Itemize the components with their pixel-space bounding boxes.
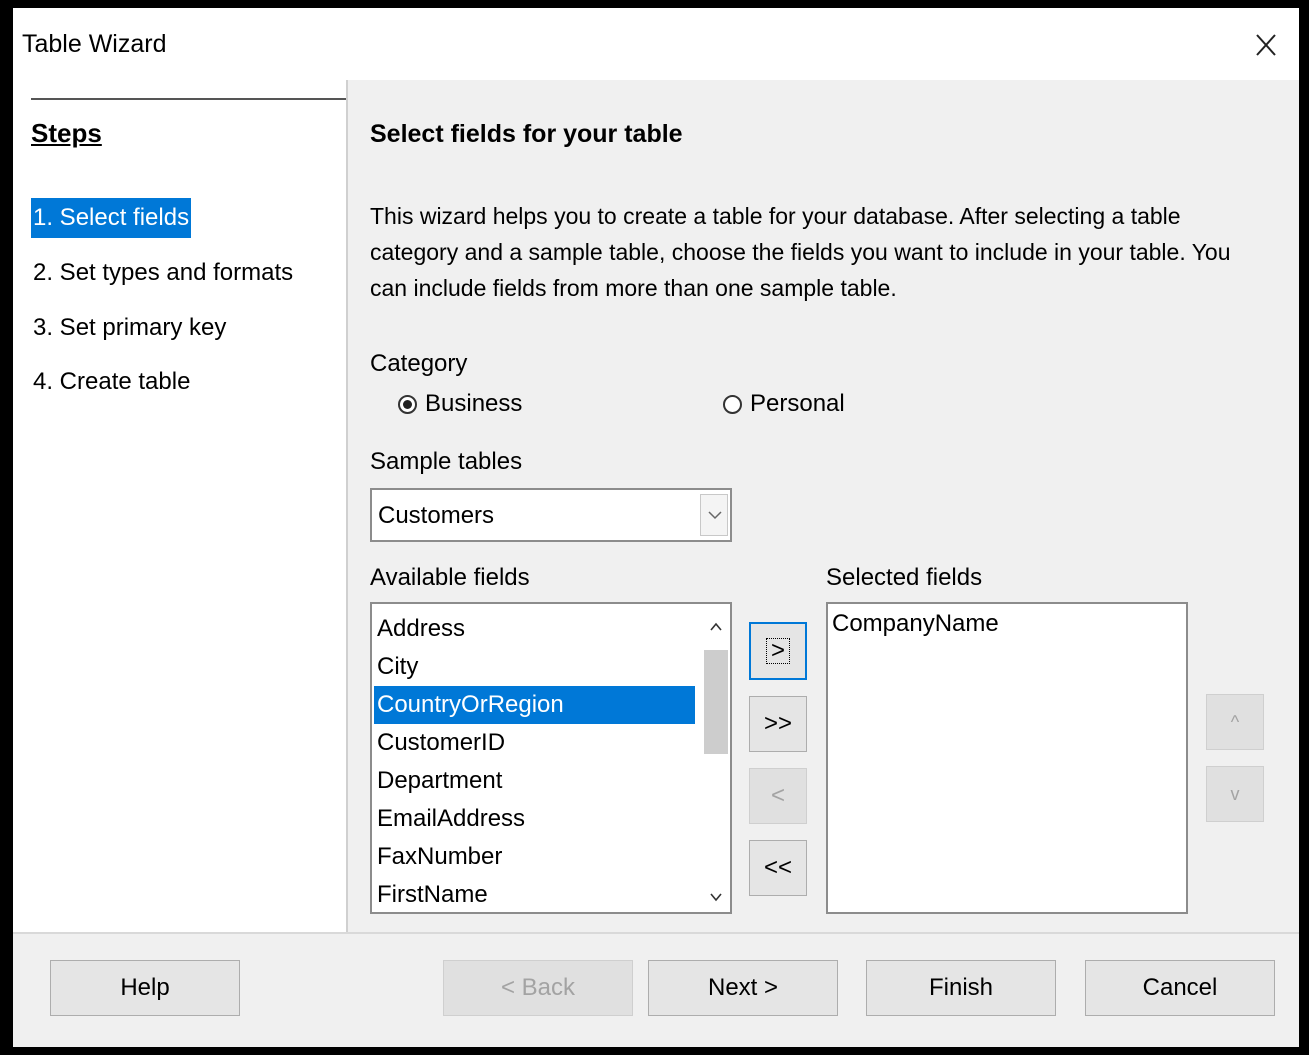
radio-business[interactable]: Business: [398, 390, 522, 418]
cancel-button[interactable]: Cancel: [1085, 960, 1275, 1016]
table-wizard-dialog: Table Wizard Steps 1. Select fields 2. S…: [13, 8, 1299, 1047]
list-item[interactable]: CompanyName: [828, 604, 1186, 644]
steps-sidebar: Steps 1. Select fields 2. Set types and …: [13, 80, 346, 932]
add-field-button[interactable]: >: [749, 622, 807, 680]
available-fields-list[interactable]: Address City CountryOrRegion CustomerID …: [370, 602, 732, 914]
list-item[interactable]: Address: [374, 610, 695, 648]
intro-text: This wizard helps you to create a table …: [370, 203, 1231, 301]
sample-tables-value: Customers: [378, 502, 495, 529]
list-item-selected[interactable]: CountryOrRegion: [374, 686, 695, 724]
add-field-label: >: [765, 638, 790, 664]
step-set-primary-key[interactable]: 3. Set primary key: [31, 308, 228, 348]
footer-divider: [13, 932, 1299, 934]
list-item[interactable]: EmailAddress: [374, 800, 695, 838]
move-down-button[interactable]: v: [1206, 766, 1264, 822]
wizard-page: Select fields for your table This wizard…: [348, 80, 1299, 932]
chevron-down-icon: [708, 511, 722, 520]
help-button[interactable]: Help: [50, 960, 240, 1016]
finish-button[interactable]: Finish: [866, 960, 1056, 1016]
sample-tables-label: Sample tables: [370, 448, 523, 475]
steps-heading: Steps: [31, 118, 102, 148]
remove-field-button[interactable]: <: [749, 768, 807, 824]
list-item[interactable]: FaxNumber: [374, 838, 695, 876]
title-bar: Table Wizard: [13, 8, 1299, 80]
step-create-table[interactable]: 4. Create table: [31, 362, 192, 402]
radio-personal[interactable]: Personal: [723, 390, 845, 418]
step-set-types-and-formats[interactable]: 2. Set types and formats: [31, 253, 295, 293]
step-select-fields[interactable]: 1. Select fields: [31, 198, 192, 238]
scroll-down-icon[interactable]: [708, 890, 724, 904]
dropdown-button[interactable]: [700, 494, 728, 536]
sample-tables-dropdown[interactable]: Customers: [370, 488, 732, 542]
category-label: Category: [370, 350, 468, 377]
sidebar-rule: [31, 98, 346, 100]
scroll-thumb[interactable]: [704, 650, 728, 754]
available-fields-label: Available fields: [370, 564, 530, 591]
radio-personal-label: Personal: [750, 390, 845, 417]
close-icon: [1256, 34, 1276, 56]
selected-fields-list[interactable]: CompanyName: [826, 602, 1188, 914]
radio-unchecked-icon: [723, 394, 742, 414]
list-item[interactable]: FirstName: [374, 876, 695, 914]
list-item[interactable]: Department: [374, 762, 695, 800]
back-button[interactable]: < Back: [443, 960, 633, 1016]
vertical-scrollbar[interactable]: [704, 610, 728, 906]
radio-business-label: Business: [425, 390, 523, 417]
next-button[interactable]: Next >: [648, 960, 838, 1016]
list-item[interactable]: City: [374, 648, 695, 686]
radio-checked-icon: [398, 394, 417, 414]
selected-fields-label: Selected fields: [826, 564, 983, 591]
remove-all-fields-button[interactable]: <<: [749, 840, 807, 896]
page-title: Select fields for your table: [370, 120, 683, 148]
add-all-fields-button[interactable]: >>: [749, 696, 807, 752]
close-button[interactable]: [1233, 12, 1299, 76]
window-title: Table Wizard: [22, 30, 167, 58]
move-up-button[interactable]: ^: [1206, 694, 1264, 750]
list-item[interactable]: CustomerID: [374, 724, 695, 762]
scroll-up-icon[interactable]: [708, 620, 724, 634]
